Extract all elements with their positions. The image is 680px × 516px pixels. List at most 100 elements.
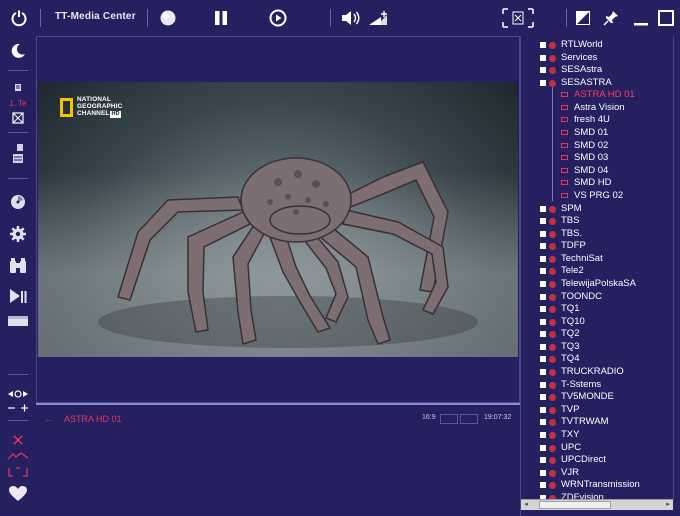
tree-channel-item[interactable]: fresh 4U: [521, 114, 673, 127]
tree-group-item[interactable]: TBS.: [521, 228, 673, 241]
expand-toggle-icon[interactable]: [540, 205, 546, 212]
scroll-thumb[interactable]: [539, 501, 611, 509]
night-icon[interactable]: [6, 40, 30, 62]
tree-group-item[interactable]: TRUCKRADIO: [521, 366, 673, 379]
clock: 19:07:32: [484, 414, 512, 421]
expand-toggle-icon[interactable]: [540, 318, 546, 325]
tree-group-item[interactable]: TechniSat: [521, 253, 673, 266]
expand-toggle-icon[interactable]: [540, 268, 546, 275]
expand-toggle-icon[interactable]: [540, 280, 546, 287]
record-mark-icon[interactable]: [6, 434, 30, 446]
aspect-icon[interactable]: [572, 6, 594, 30]
expand-toggle-icon[interactable]: [540, 356, 546, 363]
tree-group-label: TBS: [561, 215, 580, 227]
tree-group-item[interactable]: TBS: [521, 215, 673, 228]
tree-group-item[interactable]: TDFP: [521, 240, 673, 253]
tree-group-item[interactable]: TQ1: [521, 303, 673, 316]
expand-toggle-icon[interactable]: [540, 381, 546, 388]
tree-group-item[interactable]: TXY: [521, 429, 673, 442]
disc-icon[interactable]: [6, 192, 30, 212]
tree-channel-item[interactable]: SMD 01: [521, 127, 673, 140]
power-icon[interactable]: [7, 6, 31, 30]
expand-toggle-icon[interactable]: [540, 369, 546, 376]
tree-group-item[interactable]: Services: [521, 52, 673, 65]
epg-icon[interactable]: [6, 112, 30, 124]
expand-toggle-icon[interactable]: [540, 406, 546, 413]
pin-icon[interactable]: [600, 6, 622, 30]
tree-channel-item-selected[interactable]: ASTRA HD 01: [521, 89, 673, 102]
expand-toggle-icon[interactable]: [540, 457, 546, 464]
expand-toggle-icon[interactable]: [540, 67, 546, 74]
tree-channel-item[interactable]: SMD HD: [521, 177, 673, 190]
audio-boost-icon[interactable]: [366, 6, 392, 30]
tree-group-item[interactable]: TelewijaPolskaSA: [521, 278, 673, 291]
expand-toggle-icon[interactable]: [540, 331, 546, 338]
minus-plus-icon[interactable]: [6, 402, 30, 414]
tree-group-item[interactable]: UPCDirect: [521, 454, 673, 467]
tree-channel-item[interactable]: SMD 02: [521, 140, 673, 153]
scroll-left-icon[interactable]: ◂: [521, 500, 531, 509]
divider: [8, 178, 28, 179]
expand-toggle-icon[interactable]: [540, 469, 546, 476]
pause-icon[interactable]: [210, 6, 232, 30]
expand-toggle-icon[interactable]: [540, 79, 546, 86]
tree-channel-item[interactable]: SMD 04: [521, 165, 673, 178]
expand-toggle-icon[interactable]: [540, 54, 546, 61]
tree-group-item[interactable]: TVP: [521, 404, 673, 417]
tree-group-item[interactable]: TOONDC: [521, 291, 673, 304]
tree-group-item[interactable]: TQ10: [521, 316, 673, 329]
tree-group-label: TXY: [561, 428, 580, 440]
vertical-scrollbar[interactable]: [673, 36, 680, 500]
tree-group-item[interactable]: TQ2: [521, 328, 673, 341]
expand-toggle-icon[interactable]: [540, 444, 546, 451]
fullscreen-icon[interactable]: [500, 6, 536, 30]
tree-group-item[interactable]: SPM: [521, 203, 673, 216]
volume-icon[interactable]: [339, 6, 363, 30]
expand-toggle-icon[interactable]: [540, 343, 546, 350]
maximize-icon[interactable]: [655, 6, 677, 30]
settings-icon[interactable]: [6, 224, 30, 244]
favorite-heart-icon[interactable]: [6, 484, 30, 504]
binoculars-icon[interactable]: [6, 256, 30, 276]
tree-channel-item[interactable]: VS PRG 02: [521, 190, 673, 203]
toolbar-separator: [566, 9, 567, 27]
tree-group-item[interactable]: Tele2: [521, 265, 673, 278]
scroll-right-icon[interactable]: ▸: [663, 500, 673, 509]
expand-toggle-icon[interactable]: [540, 255, 546, 262]
timer-icon[interactable]: [6, 82, 30, 94]
horizontal-scrollbar[interactable]: ◂ ▸: [521, 499, 673, 510]
tree-group-item[interactable]: TQ3: [521, 341, 673, 354]
expand-toggle-icon[interactable]: [540, 482, 546, 489]
expand-toggle-icon[interactable]: [540, 306, 546, 313]
expand-toggle-icon[interactable]: [540, 431, 546, 438]
tree-group-item[interactable]: T-Sstems: [521, 379, 673, 392]
tree-group-item[interactable]: VJR: [521, 467, 673, 480]
tree-group-item[interactable]: RTLWorld: [521, 39, 673, 52]
video-display[interactable]: NATIONAL GEOGRAPHIC CHANNEL HD: [38, 82, 518, 357]
list-icon[interactable]: [6, 142, 30, 166]
tree-group-item[interactable]: TV5MONDE: [521, 391, 673, 404]
scan-icon[interactable]: [6, 466, 30, 478]
expand-toggle-icon[interactable]: [540, 218, 546, 225]
expand-toggle-icon[interactable]: [540, 42, 546, 48]
play-icon[interactable]: [267, 6, 289, 30]
expand-toggle-icon[interactable]: [540, 293, 546, 300]
tree-group-item[interactable]: UPC: [521, 442, 673, 455]
expand-toggle-icon[interactable]: [540, 419, 546, 426]
tree-channel-item[interactable]: SMD 03: [521, 152, 673, 165]
zoom-icon[interactable]: [6, 388, 30, 400]
tree-group-item[interactable]: TQ4: [521, 353, 673, 366]
expand-toggle-icon[interactable]: [540, 243, 546, 250]
tree-connector-line: [552, 87, 553, 201]
tree-channel-item[interactable]: Astra Vision: [521, 102, 673, 115]
expand-toggle-icon[interactable]: [540, 230, 546, 237]
minimize-icon[interactable]: [630, 6, 652, 30]
record-icon[interactable]: [157, 6, 179, 30]
tree-group-item[interactable]: WRNTransmission: [521, 479, 673, 492]
tree-group-item[interactable]: SESASTRA: [521, 77, 673, 90]
screen-icon[interactable]: [6, 314, 30, 328]
expand-toggle-icon[interactable]: [540, 394, 546, 401]
tree-group-item[interactable]: TVTRWAM: [521, 416, 673, 429]
tree-group-item[interactable]: SESAstra: [521, 64, 673, 77]
playback-icon[interactable]: [6, 286, 30, 306]
